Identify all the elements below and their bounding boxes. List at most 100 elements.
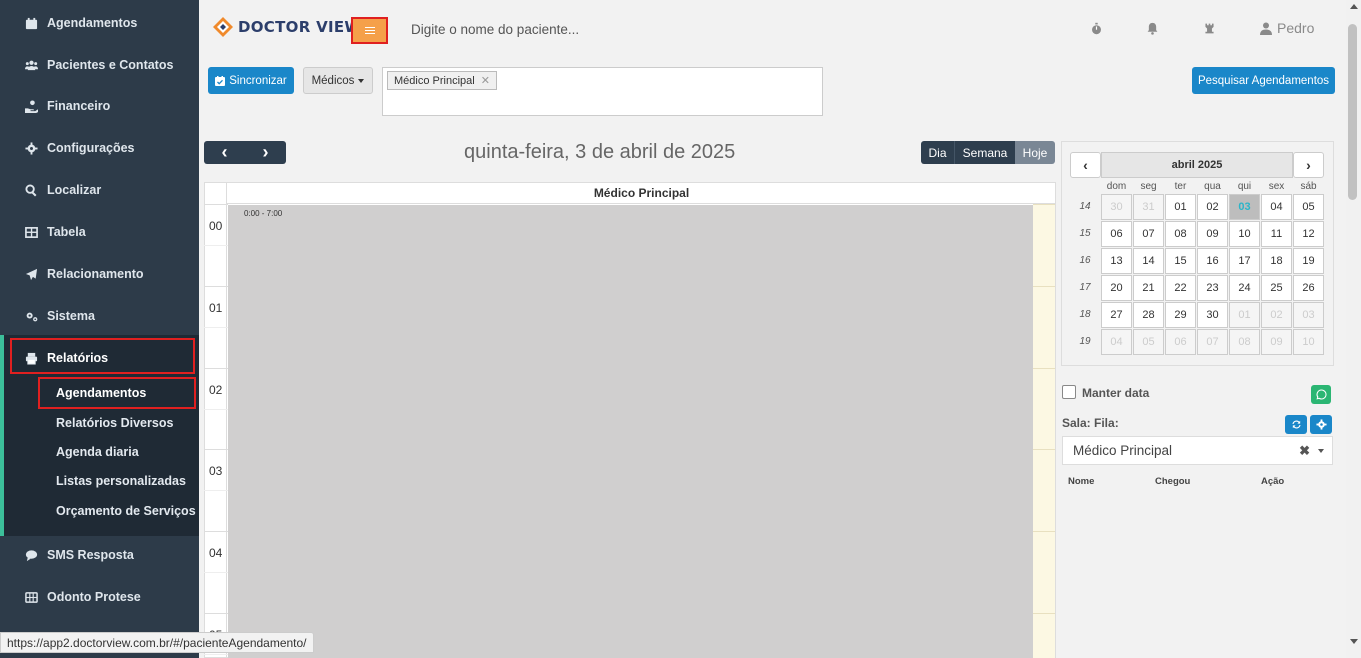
- day-cell[interactable]: 14: [1133, 248, 1164, 274]
- day-cell[interactable]: 07: [1133, 221, 1164, 247]
- day-cell[interactable]: 26: [1293, 275, 1324, 301]
- weekday-header: qua: [1204, 181, 1221, 192]
- hamburger-menu-button[interactable]: [351, 17, 388, 44]
- half-hour-divider: [204, 409, 228, 410]
- day-cell[interactable]: 19: [1293, 248, 1324, 274]
- day-cell[interactable]: 25: [1261, 275, 1292, 301]
- day-cell[interactable]: 12: [1293, 221, 1324, 247]
- bell-icon[interactable]: [1144, 20, 1160, 36]
- day-cell[interactable]: 11: [1261, 221, 1292, 247]
- day-cell[interactable]: 17: [1229, 248, 1260, 274]
- day-cell[interactable]: 10: [1293, 329, 1324, 355]
- sync-label: Sincronizar: [229, 74, 287, 87]
- doctors-dropdown[interactable]: Médicos: [303, 67, 373, 94]
- scroll-down-arrow-icon[interactable]: [1350, 639, 1358, 644]
- doctor-tag-input[interactable]: Médico Principal ✕: [382, 67, 823, 116]
- day-cell[interactable]: 02: [1197, 194, 1228, 220]
- submenu-item[interactable]: Orçamento de Serviços: [56, 504, 196, 518]
- view-week-button[interactable]: Semana: [954, 141, 1015, 164]
- chess-rook-icon[interactable]: [1201, 20, 1217, 36]
- day-cell[interactable]: 06: [1101, 221, 1132, 247]
- sidebar-item-odonto-protese[interactable]: Odonto Protese: [0, 576, 199, 618]
- day-cell[interactable]: 03: [1293, 302, 1324, 328]
- day-cell[interactable]: 18: [1261, 248, 1292, 274]
- day-cell[interactable]: 21: [1133, 275, 1164, 301]
- weekday-header: sáb: [1300, 181, 1317, 192]
- day-cell[interactable]: 22: [1165, 275, 1196, 301]
- day-cell[interactable]: 23: [1197, 275, 1228, 301]
- day-cell-selected[interactable]: 03: [1229, 194, 1260, 220]
- sidebar-item-localizar[interactable]: Localizar: [0, 169, 199, 211]
- day-cell[interactable]: 20: [1101, 275, 1132, 301]
- patient-search-input[interactable]: Digite o nome do paciente...: [411, 22, 579, 37]
- sync-button[interactable]: Sincronizar: [208, 67, 294, 94]
- sidebar-item-pacientes-e-contatos[interactable]: Pacientes e Contatos: [0, 44, 199, 86]
- day-cell[interactable]: 07: [1197, 329, 1228, 355]
- sidebar-item-tabela[interactable]: Tabela: [0, 211, 199, 253]
- day-cell[interactable]: 27: [1101, 302, 1132, 328]
- day-cell[interactable]: 09: [1261, 329, 1292, 355]
- sidebar-item-sms-resposta[interactable]: SMS Resposta: [0, 534, 199, 576]
- day-cell[interactable]: 13: [1101, 248, 1132, 274]
- room-doctor-select[interactable]: Médico Principal ✖: [1062, 436, 1333, 465]
- hour-divider: [204, 368, 228, 369]
- day-cell[interactable]: 30: [1197, 302, 1228, 328]
- blocked-time-event[interactable]: [228, 205, 1033, 658]
- stopwatch-icon[interactable]: [1088, 20, 1104, 36]
- sidebar-item-configuracoes[interactable]: Configurações: [0, 127, 199, 169]
- today-strip-divider: [1033, 531, 1055, 532]
- day-cell[interactable]: 24: [1229, 275, 1260, 301]
- weekday-header: ter: [1174, 181, 1187, 192]
- view-day-button[interactable]: Dia: [921, 141, 954, 164]
- keep-date-label: Manter data: [1082, 386, 1150, 400]
- day-cell[interactable]: 04: [1101, 329, 1132, 355]
- sidebar-item-relacionamento[interactable]: Relacionamento: [0, 253, 199, 295]
- sidebar-item-financeiro[interactable]: Financeiro: [0, 85, 199, 127]
- logo[interactable]: DOCTOR VIEW: [212, 16, 361, 38]
- prev-day-button[interactable]: ‹: [204, 141, 245, 164]
- queue-settings-button[interactable]: [1310, 415, 1332, 434]
- next-month-button[interactable]: ›: [1293, 152, 1324, 178]
- search-appointments-label: Pesquisar Agendamentos: [1197, 74, 1330, 87]
- submenu-item[interactable]: Listas personalizadas: [56, 474, 186, 488]
- day-cell[interactable]: 05: [1293, 194, 1324, 220]
- today-strip-divider: [1033, 204, 1055, 205]
- day-cell[interactable]: 15: [1165, 248, 1196, 274]
- day-cell[interactable]: 29: [1165, 302, 1196, 328]
- hour-label: 04: [209, 546, 223, 560]
- day-cell[interactable]: 01: [1165, 194, 1196, 220]
- day-cell[interactable]: 08: [1229, 329, 1260, 355]
- user-menu[interactable]: Pedro: [1260, 20, 1314, 36]
- day-cell[interactable]: 06: [1165, 329, 1196, 355]
- prev-month-button[interactable]: ‹: [1070, 152, 1101, 178]
- submenu-item[interactable]: Agenda diaria: [56, 445, 139, 459]
- search-appointments-button[interactable]: Pesquisar Agendamentos: [1192, 67, 1335, 94]
- remove-tag-icon[interactable]: ✕: [481, 74, 490, 87]
- day-cell[interactable]: 30: [1101, 194, 1132, 220]
- day-cell[interactable]: 02: [1261, 302, 1292, 328]
- refresh-button[interactable]: [1285, 415, 1307, 434]
- keep-date-checkbox[interactable]: [1062, 385, 1076, 399]
- queue-col-action: Ação: [1261, 476, 1285, 487]
- scroll-up-arrow-icon[interactable]: [1350, 4, 1358, 9]
- clear-select-icon[interactable]: ✖: [1299, 443, 1310, 459]
- month-title[interactable]: abril 2025: [1101, 152, 1293, 178]
- day-cell[interactable]: 10: [1229, 221, 1260, 247]
- day-cell[interactable]: 08: [1165, 221, 1196, 247]
- sidebar-item-agendamentos[interactable]: Agendamentos: [0, 2, 199, 44]
- whatsapp-button[interactable]: [1311, 385, 1331, 404]
- day-cell[interactable]: 01: [1229, 302, 1260, 328]
- day-cell[interactable]: 05: [1133, 329, 1164, 355]
- sidebar-item-sistema[interactable]: Sistema: [0, 295, 199, 337]
- user-icon: [1260, 22, 1272, 35]
- day-cell[interactable]: 31: [1133, 194, 1164, 220]
- today-button[interactable]: Hoje: [1015, 141, 1055, 164]
- day-cell[interactable]: 28: [1133, 302, 1164, 328]
- day-cell[interactable]: 16: [1197, 248, 1228, 274]
- day-cell[interactable]: 04: [1261, 194, 1292, 220]
- next-day-button[interactable]: ›: [245, 141, 286, 164]
- scrollbar-thumb[interactable]: [1348, 24, 1357, 200]
- day-cell[interactable]: 09: [1197, 221, 1228, 247]
- week-number: 18: [1079, 309, 1091, 320]
- submenu-item[interactable]: Relatórios Diversos: [56, 416, 173, 430]
